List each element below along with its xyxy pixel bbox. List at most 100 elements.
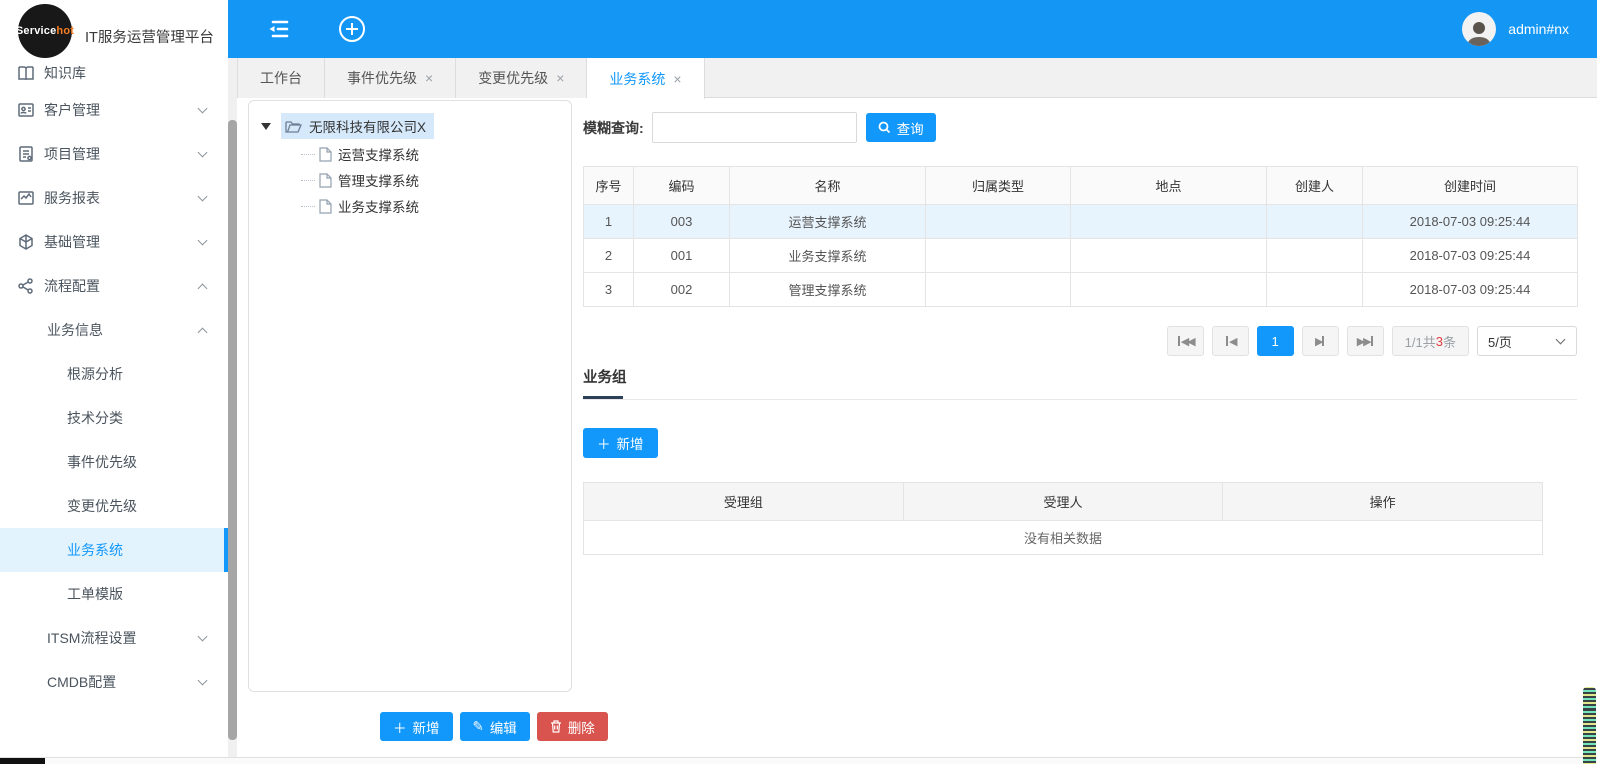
file-icon xyxy=(319,173,332,188)
chevron-down-icon xyxy=(198,104,208,114)
first-page-button[interactable]: ◀◀ xyxy=(1167,326,1204,356)
sidebar-item-customers[interactable]: 客户管理 xyxy=(0,88,228,132)
empty-text: 没有相关数据 xyxy=(584,521,1543,555)
sidebar-item-techcategory[interactable]: 技术分类 xyxy=(0,396,228,440)
tree-node-yewu[interactable]: 业务支撑系统 xyxy=(301,193,571,219)
pencil-icon: ✎ xyxy=(473,719,484,735)
tree-action-bar: ＋新增 ✎编辑 删除 xyxy=(380,712,608,741)
sidebar-item-tickettemplate[interactable]: 工单模版 xyxy=(0,572,228,616)
pagination: ◀◀ ◀ 1 ▶ ▶▶ 1/1共3条 5/页 xyxy=(583,326,1577,356)
file-icon xyxy=(319,147,332,162)
sidebar-scrollbar-track[interactable] xyxy=(228,58,237,757)
close-icon[interactable]: × xyxy=(556,70,564,86)
logo-row: Servicehot IT服务运营管理平台 xyxy=(0,0,228,60)
topbar: admin#nx xyxy=(228,0,1597,58)
folder-open-icon xyxy=(285,119,302,134)
app-window: Servicehot IT服务运营管理平台 知识库 客户管理 xyxy=(0,0,1597,764)
new-tab-plus-icon[interactable] xyxy=(338,15,366,43)
sidebar-item-businesssystem[interactable]: 业务系统 xyxy=(0,528,228,572)
sidebar-menu: 知识库 客户管理 项目管理 服务报表 xyxy=(0,58,228,704)
page-size-select[interactable]: 5/页 xyxy=(1477,326,1577,356)
sidebar-item-knowledge[interactable]: 知识库 xyxy=(0,58,228,88)
brand-text: Servicehot xyxy=(16,25,74,37)
chart-icon xyxy=(16,188,36,208)
plus-icon: ＋ xyxy=(393,717,407,737)
sidebar-item-cmdbconfig[interactable]: CMDB配置 xyxy=(0,660,228,704)
close-icon[interactable]: × xyxy=(673,71,681,87)
browser-extension-widget xyxy=(1583,687,1596,764)
search-icon xyxy=(878,121,891,134)
tree-root-node[interactable]: 无限科技有限公司X xyxy=(259,113,571,139)
tree-node-yunying[interactable]: 运营支撑系统 xyxy=(301,141,571,167)
chevron-down-icon xyxy=(198,236,208,246)
search-input[interactable] xyxy=(652,112,857,143)
tab-strip: 工作台 事件优先级 × 变更优先级 × 业务系统 × xyxy=(237,58,1597,98)
current-page-button[interactable]: 1 xyxy=(1257,326,1294,356)
pagination-info: 1/1共3条 xyxy=(1392,326,1469,356)
systems-table: 序号 编码 名称 归属类型 地点 创建人 创建时间 1003运营支撑系统2018… xyxy=(583,166,1578,307)
app-title: IT服务运营管理平台 xyxy=(85,26,214,47)
group-table: 受理组 受理人 操作 没有相关数据 xyxy=(583,482,1543,555)
tab-workbench[interactable]: 工作台 xyxy=(237,58,325,98)
chevron-down-icon xyxy=(198,632,208,642)
group-add-button[interactable]: ＋新增 xyxy=(583,428,658,458)
plus-icon: ＋ xyxy=(597,433,611,453)
project-icon xyxy=(16,144,36,164)
trash-icon xyxy=(550,720,562,733)
chevron-up-icon xyxy=(198,327,208,337)
last-page-button[interactable]: ▶▶ xyxy=(1347,326,1384,356)
chevron-down-icon xyxy=(198,192,208,202)
tree-connector xyxy=(301,180,315,181)
group-section: 业务组 xyxy=(583,366,1577,400)
horizontal-scrollbar-thumb[interactable] xyxy=(0,758,45,764)
file-icon xyxy=(319,199,332,214)
user-avatar[interactable] xyxy=(1462,12,1496,46)
tree-connector xyxy=(301,206,315,207)
tab-business-system[interactable]: 业务系统 × xyxy=(587,58,704,99)
chevron-down-icon xyxy=(198,148,208,158)
search-button[interactable]: 查询 xyxy=(866,113,936,142)
chevron-down-icon xyxy=(1556,335,1566,345)
sidebar-item-itsmflow[interactable]: ITSM流程设置 xyxy=(0,616,228,660)
company-tree-panel: 无限科技有限公司X 运营支撑系统 管理支撑系统 业务支撑系统 xyxy=(248,100,572,692)
customer-icon xyxy=(16,100,36,120)
sidebar-item-changepriority[interactable]: 变更优先级 xyxy=(0,484,228,528)
empty-row: 没有相关数据 xyxy=(584,521,1543,555)
group-section-title: 业务组 xyxy=(583,366,1577,396)
tab-incident-priority[interactable]: 事件优先级 × xyxy=(325,58,456,98)
prev-page-button[interactable]: ◀ xyxy=(1212,326,1249,356)
tree-collapse-icon[interactable] xyxy=(261,123,271,130)
close-icon[interactable]: × xyxy=(425,70,433,86)
tree-node-guanli[interactable]: 管理支撑系统 xyxy=(301,167,571,193)
sidebar-item-reports[interactable]: 服务报表 xyxy=(0,176,228,220)
chevron-down-icon xyxy=(198,676,208,686)
tree-connector xyxy=(301,154,315,155)
sidebar-item-businessinfo[interactable]: 业务信息 xyxy=(0,308,228,352)
sidebar-item-projects[interactable]: 项目管理 xyxy=(0,132,228,176)
tree-root-label: 无限科技有限公司X xyxy=(309,116,426,136)
sidebar-item-flowconfig[interactable]: 流程配置 xyxy=(0,264,228,308)
username[interactable]: admin#nx xyxy=(1508,21,1569,37)
cube-icon xyxy=(16,232,36,252)
tree-edit-button[interactable]: ✎编辑 xyxy=(460,712,530,741)
group-table-header: 受理组 受理人 操作 xyxy=(584,483,1543,521)
horizontal-scrollbar-track[interactable] xyxy=(0,757,1597,764)
tree-delete-button[interactable]: 删除 xyxy=(537,712,608,741)
tab-change-priority[interactable]: 变更优先级 × xyxy=(456,58,587,98)
next-page-button[interactable]: ▶ xyxy=(1302,326,1339,356)
table-row[interactable]: 2001业务支撑系统2018-07-03 09:25:44 xyxy=(584,239,1578,273)
chevron-up-icon xyxy=(198,283,208,293)
sidebar-item-incidentpriority[interactable]: 事件优先级 xyxy=(0,440,228,484)
table-row[interactable]: 1003运营支撑系统2018-07-03 09:25:44 xyxy=(584,205,1578,239)
brand-logo: Servicehot xyxy=(18,4,72,58)
tree-add-button[interactable]: ＋新增 xyxy=(380,712,453,741)
sidebar-item-rootcause[interactable]: 根源分析 xyxy=(0,352,228,396)
systems-table-header: 序号 编码 名称 归属类型 地点 创建人 创建时间 xyxy=(584,167,1578,205)
sidebar: Servicehot IT服务运营管理平台 知识库 客户管理 xyxy=(0,0,228,764)
search-label: 模糊查询: xyxy=(583,118,644,138)
sidebar-scrollbar-thumb[interactable] xyxy=(228,120,237,740)
sidebar-item-basemgmt[interactable]: 基础管理 xyxy=(0,220,228,264)
divider xyxy=(583,399,1577,400)
collapse-sidebar-icon[interactable] xyxy=(266,18,292,40)
table-row[interactable]: 3002管理支撑系统2018-07-03 09:25:44 xyxy=(584,273,1578,307)
